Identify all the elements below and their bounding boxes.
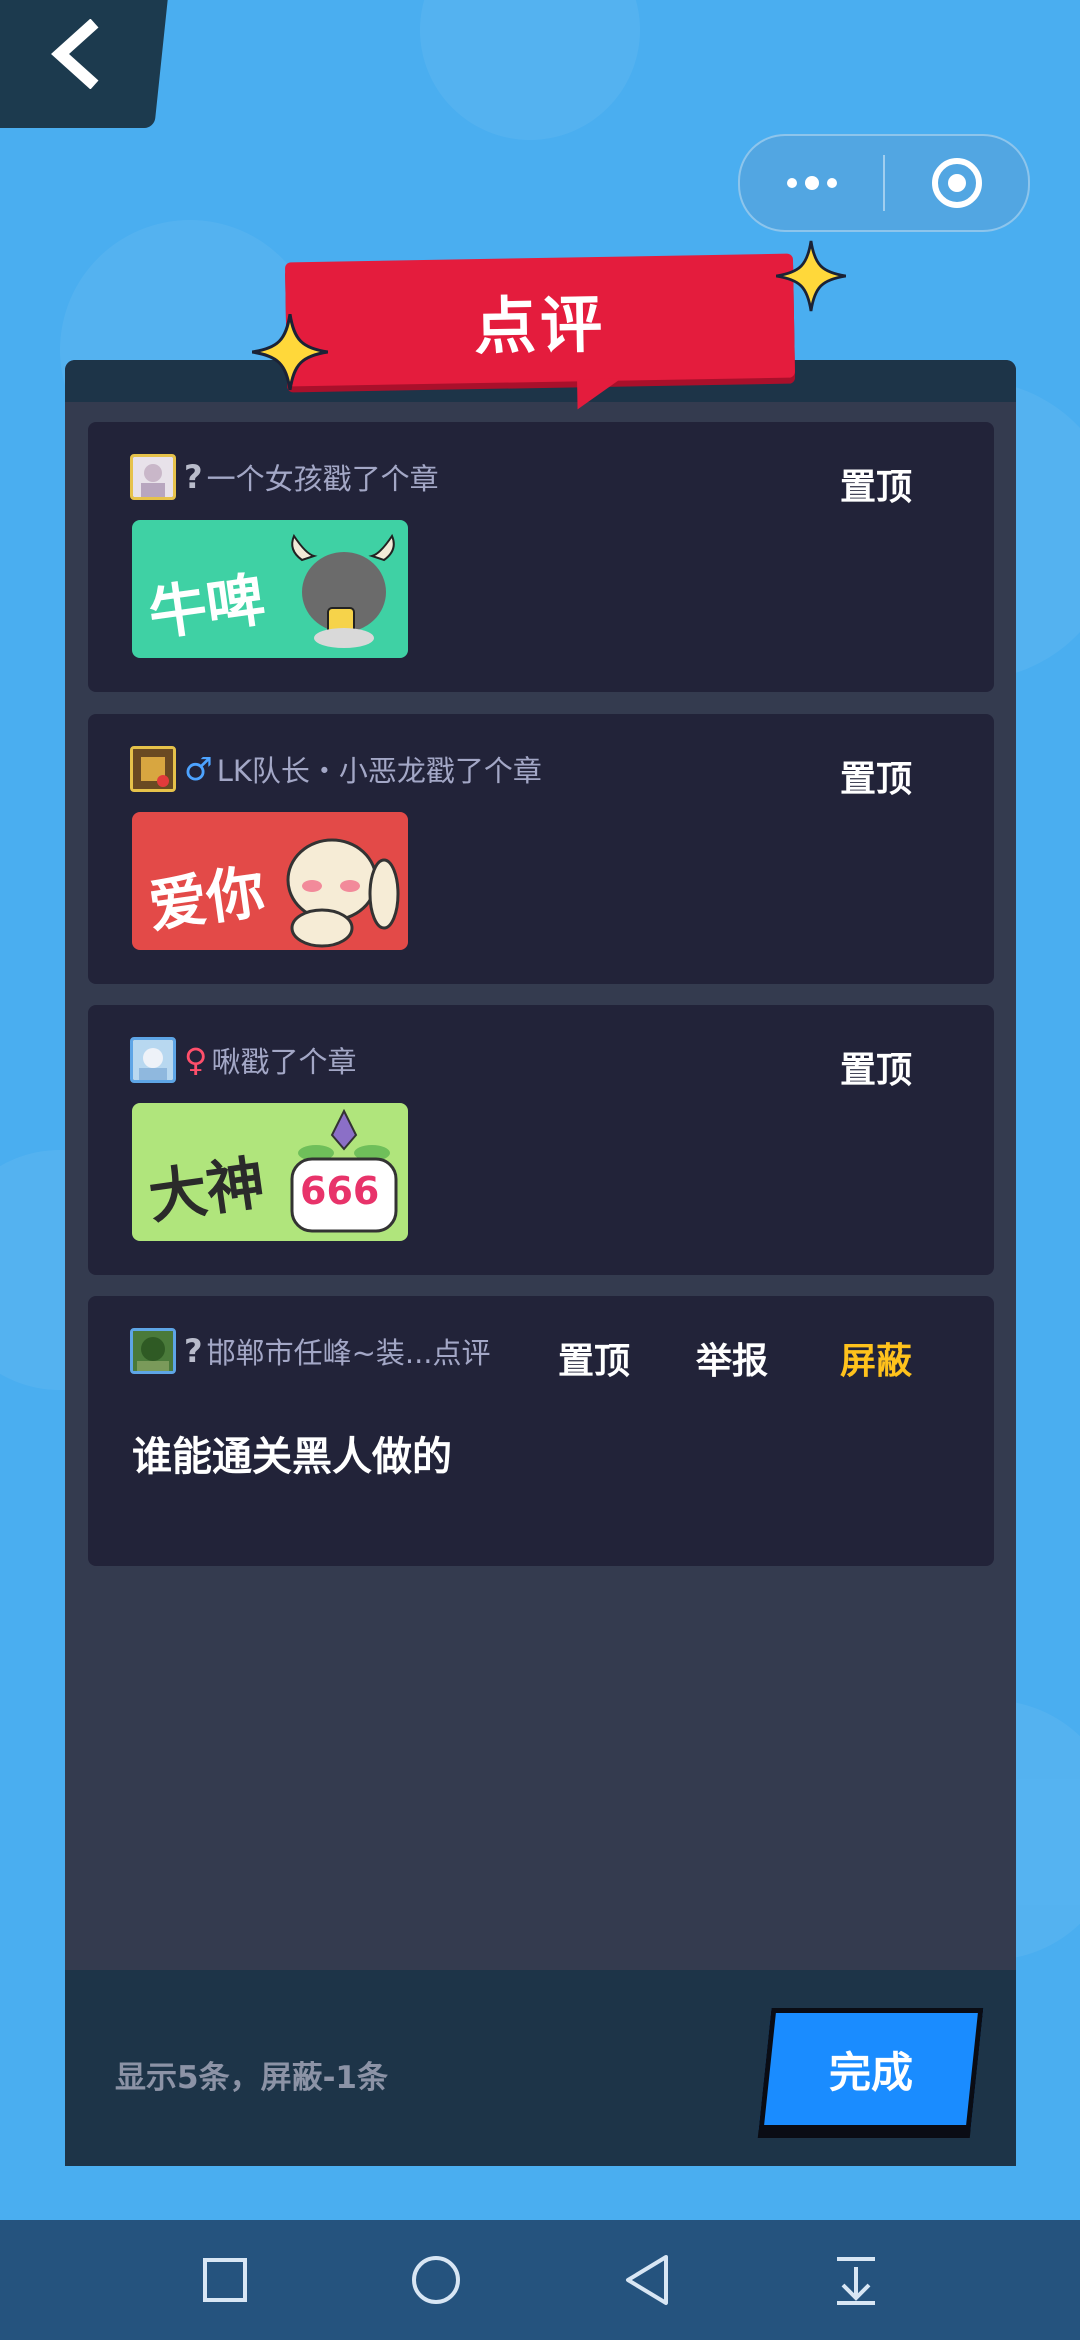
sticker-text: 大神 [144,1148,269,1232]
home-icon[interactable] [409,2253,463,2307]
panel-footer: 显示5条，屏蔽-1条 完成 [65,1970,1016,2166]
pin-button[interactable]: 置顶 [840,458,912,510]
done-button-label: 完成 [828,2047,913,2097]
pin-button[interactable]: 置顶 [840,1041,912,1093]
page-title: 点评 [473,287,607,364]
gender-icon: ? [184,458,203,496]
back-triangle-icon[interactable] [622,2253,672,2307]
display-count-label: 显示5条，屏蔽-1条 [115,2060,389,2096]
done-button[interactable]: 完成 [758,2008,984,2130]
avatar[interactable] [130,454,176,500]
mini-program-capsule [738,134,1030,232]
bull-icon [291,533,395,648]
chevron-left-icon [51,19,99,89]
review-card: ? 邯郸市任峰~装...点评 置顶 举报 屏蔽 谁能通关黑人做的 [88,1296,994,1566]
avatar[interactable] [130,1328,176,1374]
recent-apps-icon[interactable] [200,2255,250,2305]
report-button[interactable]: 举报 [696,1332,768,1384]
sticker-text: 牛啤 [144,565,269,649]
sticker-image: 大神 666 [132,1103,408,1241]
female-icon: ♀ [184,1041,208,1079]
system-navigation-bar [0,2220,1080,2340]
comment-text: 谁能通关黑人做的 [132,1434,452,1480]
sticker-badge: 666 [300,1169,380,1213]
username-label: 邯郸市任峰~装...点评 [206,1336,491,1370]
review-card: ♀ 啾戳了个章 置顶 大神 666 [88,1005,994,1275]
title-banner: 点评 [284,253,796,387]
username-label: LK队长・小恶龙戳了个章 [216,754,542,788]
username-label: 一个女孩戳了个章 [206,462,439,496]
block-button[interactable]: 屏蔽 [840,1332,912,1384]
sparkle-icon [776,240,846,312]
avatar[interactable] [130,746,176,792]
sticker-text: 爱你 [144,857,269,941]
avatar[interactable] [130,1037,176,1083]
sticker-image: 爱你 [132,812,408,950]
back-button[interactable] [0,0,170,128]
close-miniprogram-button[interactable] [885,136,1028,230]
more-dots-icon [786,176,837,190]
target-icon [931,158,982,208]
notification-pull-icon[interactable] [831,2253,881,2307]
sticker-image: 牛啤 [132,520,408,658]
pin-button[interactable]: 置顶 [840,750,912,802]
review-card: ? 一个女孩戳了个章 置顶 牛啤 [88,422,994,692]
username-label: 啾戳了个章 [211,1045,357,1079]
review-card: ♂ LK队长・小恶龙戳了个章 置顶 爱你 [88,714,994,984]
pin-button[interactable]: 置顶 [558,1332,630,1384]
more-button[interactable] [740,136,883,230]
bunny-icon [286,838,400,948]
sparkle-icon [252,314,328,390]
male-icon: ♂ [184,750,213,788]
gender-icon: ? [184,1332,203,1370]
